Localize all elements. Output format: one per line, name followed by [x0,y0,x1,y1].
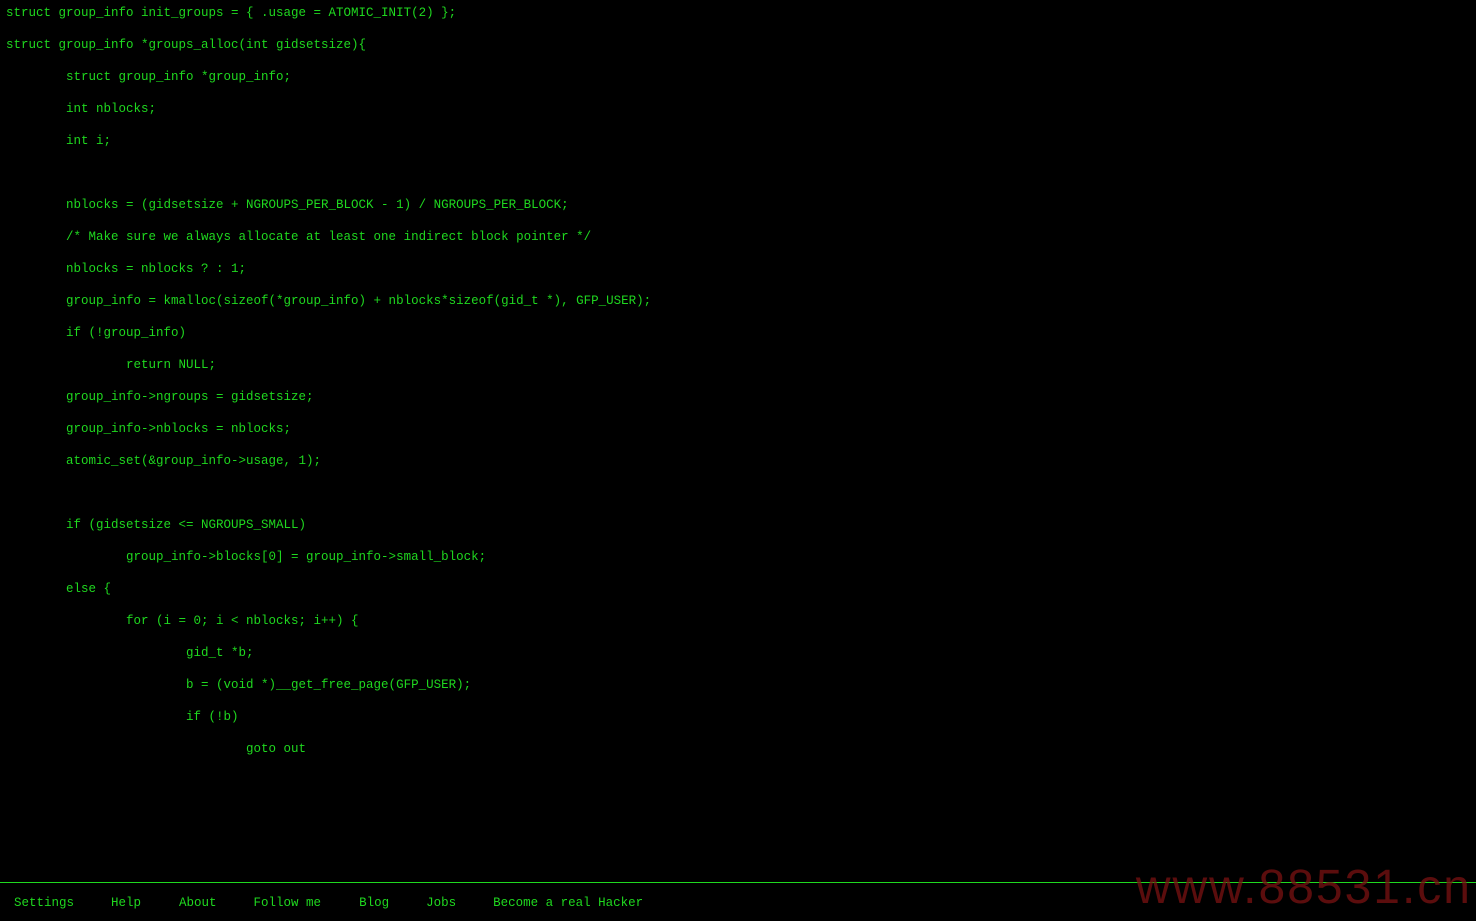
code-line: struct group_info *group_info; [6,70,292,84]
code-line: if (gidsetsize <= NGROUPS_SMALL) [6,518,307,532]
code-line: gid_t *b; [6,646,254,660]
code-line: if (!b) [6,710,239,724]
code-line: group_info->blocks[0] = group_info->smal… [6,550,487,564]
code-display: struct group_info init_groups = { .usage… [6,0,651,768]
code-line: struct group_info *groups_alloc(int gids… [6,38,367,52]
help-link[interactable]: Help [111,896,141,910]
code-line: else { [6,582,112,596]
code-line: /* Make sure we always allocate at least… [6,230,592,244]
about-link[interactable]: About [179,896,217,910]
follow-me-link[interactable]: Follow me [254,896,322,910]
jobs-link[interactable]: Jobs [426,896,456,910]
code-line: group_info->nblocks = nblocks; [6,422,292,436]
code-line: goto out [6,742,307,756]
settings-link[interactable]: Settings [14,896,74,910]
code-line: return NULL; [6,358,217,372]
blog-link[interactable]: Blog [359,896,389,910]
code-line: group_info = kmalloc(sizeof(*group_info)… [6,294,652,308]
footer-nav: Settings Help About Follow me Blog Jobs … [14,896,643,910]
code-line: nblocks = nblocks ? : 1; [6,262,247,276]
code-line: group_info->ngroups = gidsetsize; [6,390,314,404]
code-line: for (i = 0; i < nblocks; i++) { [6,614,359,628]
code-line: nblocks = (gidsetsize + NGROUPS_PER_BLOC… [6,198,569,212]
code-line: int nblocks; [6,102,157,116]
code-line: int i; [6,134,112,148]
code-line: if (!group_info) [6,326,187,340]
code-line: b = (void *)__get_free_page(GFP_USER); [6,678,472,692]
code-line: atomic_set(&group_info->usage, 1); [6,454,322,468]
become-a-real-hacker-link[interactable]: Become a real Hacker [493,896,643,910]
watermark: www.88531.cn [1135,861,1472,914]
code-line: struct group_info init_groups = { .usage… [6,6,457,20]
